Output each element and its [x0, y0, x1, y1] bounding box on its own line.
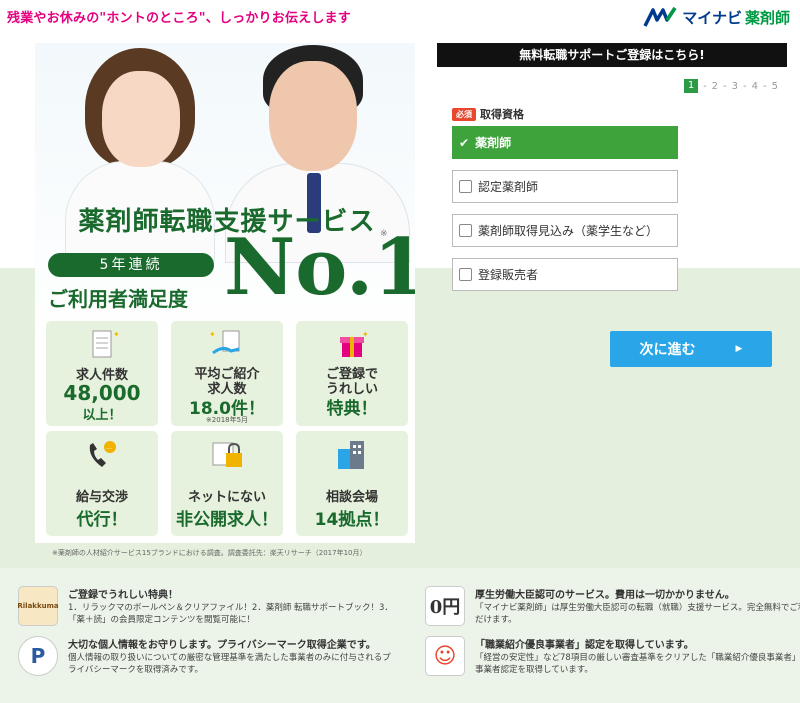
privacy-mark-icon: P	[18, 636, 58, 676]
feature-grid: ✦ 求人件数 48,000 以上！ ✦ 平均ご紹介 求人数 18.0件！ ※20…	[46, 321, 408, 536]
phone-icon: …	[89, 441, 116, 467]
svg-text:✦: ✦	[209, 330, 216, 339]
step-5: 5	[771, 80, 778, 92]
logo-sub: 薬剤師	[744, 8, 790, 27]
option-certified-pharmacist[interactable]: 認定薬剤師	[452, 170, 678, 203]
card-label: 給与交渉	[75, 490, 128, 505]
feature-card-salary: … 給与交渉 代行！	[46, 431, 158, 536]
card-suffix: 以上！	[82, 408, 122, 423]
svg-text:…: …	[106, 444, 112, 451]
step-indicator: 1 - 2 - 3 - 4 - 5	[684, 79, 778, 93]
card-label: 相談会場	[325, 490, 378, 505]
feature-card-private-jobs: ネットにない 非公開求人！	[171, 431, 283, 536]
checkbox-icon[interactable]	[459, 224, 472, 237]
card-value: 14拠点！	[314, 510, 390, 530]
benefit-title: 「職業紹介優良事業者」認定を取得しています。	[475, 640, 694, 651]
zero-yen-icon: 0円	[425, 586, 465, 626]
card-value: 48,000	[63, 381, 141, 405]
checkbox-icon[interactable]	[459, 268, 472, 281]
male-pharmacist-face	[269, 61, 357, 171]
step-4: 4	[751, 80, 759, 92]
mynavi-logo[interactable]: マイナビ 薬剤師	[643, 6, 790, 28]
feature-card-referrals: ✦ 平均ご紹介 求人数 18.0件！ ※2018年5月	[171, 321, 283, 426]
document-icon: ✦	[92, 330, 120, 358]
feature-card-locations: 相談会場 14拠点！	[296, 431, 408, 536]
female-pharmacist-face	[102, 71, 180, 167]
card-value: 非公開求人！	[176, 510, 278, 530]
option-label: 薬剤師	[475, 136, 512, 150]
step-1: 1	[684, 79, 699, 93]
qualification-label: 必須 取得資格	[452, 106, 524, 122]
building-icon	[338, 441, 364, 469]
step-2: 2	[711, 80, 719, 92]
field-label-text: 取得資格	[480, 108, 524, 121]
feature-card-listings: ✦ 求人件数 48,000 以上！	[46, 321, 158, 426]
lock-icon	[212, 442, 242, 467]
svg-text:✦: ✦	[362, 330, 369, 339]
satisfaction-label: ご利用者満足度	[48, 287, 188, 311]
card-note: ※2018年5月	[205, 416, 249, 424]
hero-banner: 薬剤師転職支援サービス 5年連続 ご利用者満足度 No.1 ※ ✦ 求人件数 4…	[35, 43, 415, 543]
gift-icon: ✦	[340, 330, 369, 357]
five-years-badge: 5年連続	[48, 253, 214, 277]
card-value: 代行！	[76, 510, 128, 530]
option-registered-seller[interactable]: 登録販売者	[452, 258, 678, 291]
benefit-title: ご登録でうれしい特典！	[68, 590, 178, 601]
survey-footnote: ※薬剤師の人材紹介サービス15ブランドにおける調査。調査委託先：楽天リサーチ（2…	[52, 549, 367, 557]
required-badge: 必須	[452, 107, 476, 121]
next-button-label: 次に進む	[639, 342, 696, 358]
form-heading: 無料転職サポートご登録はこちら!	[437, 43, 787, 67]
benefit-text: 「経営の安定性」など78項目の厳しい審査基準をクリアした「職業紹介優良事業者」事…	[475, 653, 800, 675]
step-3: 3	[731, 80, 739, 92]
option-pharmacist[interactable]: ✔ 薬剤師	[452, 126, 678, 159]
checkbox-icon[interactable]	[459, 180, 472, 193]
rilakkuma-icon: Rilakkuma	[17, 586, 59, 626]
logo-text: マイナビ	[682, 8, 742, 27]
arrow-right-icon: ▶	[735, 344, 743, 354]
feature-card-bonus: ✦ ご登録で うれしい 特典！	[296, 321, 408, 426]
header: 残業やお休みの"ホントのところ"、しっかりお伝えします マイナビ 薬剤師	[0, 0, 800, 36]
no1-text: No.1	[224, 222, 415, 313]
card-label: ネットにない	[187, 490, 266, 505]
step-separator: -	[703, 80, 707, 92]
option-label: 薬剤師取得見込み（薬学生など）	[478, 224, 659, 238]
tagline: 残業やお休みの"ホントのところ"、しっかりお伝えします	[7, 11, 351, 26]
check-icon: ✔	[459, 135, 470, 150]
benefit-text: 個人情報の取り扱いについての厳密な管理基準を満たした事業者のみに付与されるプライ…	[68, 653, 391, 675]
mynavi-logo-mark-icon	[643, 7, 677, 27]
option-label: 認定薬剤師	[478, 180, 539, 194]
option-pharmacy-student[interactable]: 薬剤師取得見込み（薬学生など）	[452, 214, 678, 247]
benefit-text: 「マイナビ薬剤師」は厚生労働大臣認可の転職（就職）支援サービス。完全無料でご利用…	[475, 603, 800, 625]
svg-text:✦: ✦	[113, 330, 120, 339]
next-button[interactable]: 次に進む ▶	[610, 331, 772, 367]
option-label: 登録販売者	[478, 268, 539, 282]
benefit-title: 厚生労働大臣認可のサービス。費用は一切かかりません。	[475, 590, 735, 601]
hand-document-icon: ✦	[209, 330, 240, 355]
benefit-text: 1．リラックマのボールペン＆クリアファイル！2．薬剤師 転職サポートブック！3．…	[68, 603, 393, 625]
registration-form: 無料転職サポートご登録はこちら! 1 - 2 - 3 - 4 - 5 必須 取得…	[437, 43, 787, 367]
benefits-section: Rilakkuma ご登録でうれしい特典！ 1．リラックマのボールペン＆クリアフ…	[0, 568, 800, 703]
excellent-agency-icon: ☺	[425, 636, 465, 676]
step-separator: -	[763, 80, 767, 92]
footnote-mark: ※	[380, 229, 388, 239]
step-separator: -	[723, 80, 727, 92]
benefit-title: 大切な個人情報をお守りします。プライバシーマーク取得企業です。	[68, 640, 376, 651]
step-separator: -	[743, 80, 747, 92]
card-value: 特典！	[326, 399, 378, 419]
